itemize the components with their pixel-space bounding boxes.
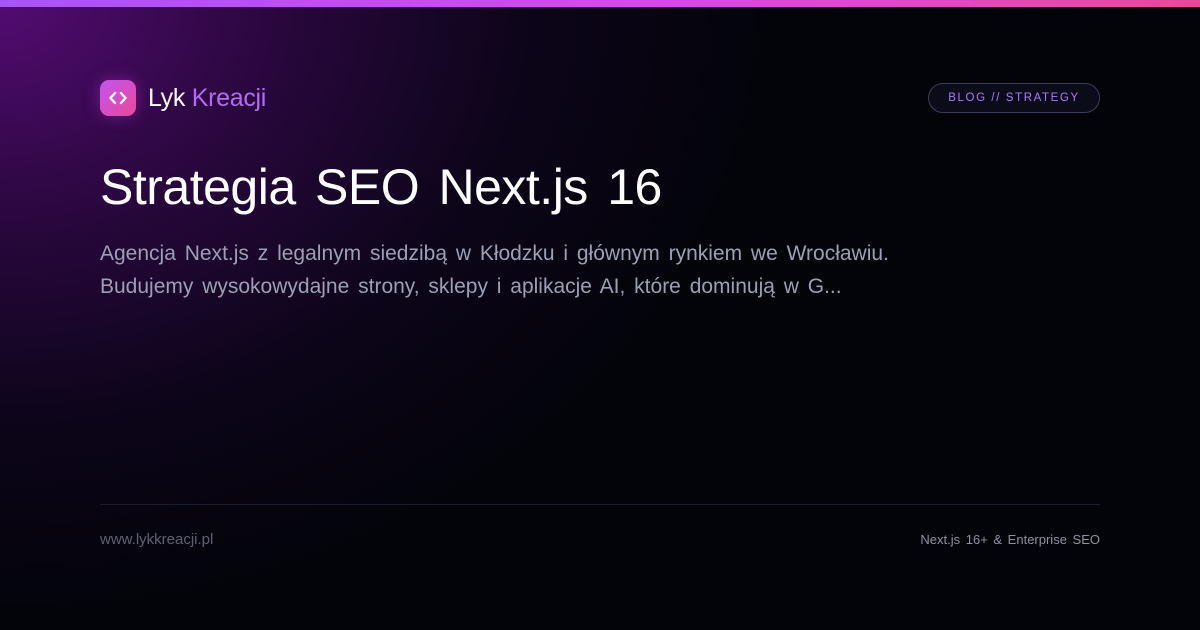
description-line-2: Budujemy wysokowydajne strony, sklepy i …	[100, 275, 842, 298]
top-gradient-bar	[0, 0, 1200, 7]
description-line-1: Agencja Next.js z legalnym siedzibą w Kł…	[100, 242, 889, 265]
footer-tagline: Next.js 16+ & Enterprise SEO	[920, 532, 1100, 547]
og-image-card: Lyk Kreacji BLOG // STRATEGY Strategia S…	[0, 0, 1200, 630]
code-brackets-icon	[100, 80, 136, 116]
page-title: Strategia SEO Next.js 16	[100, 159, 662, 215]
category-badge: BLOG // STRATEGY	[928, 83, 1100, 113]
footer-divider	[100, 504, 1100, 505]
brand-name-accent: Kreacji	[191, 83, 267, 112]
brand-name: Lyk Kreacji	[148, 84, 266, 113]
brand-name-primary: Lyk	[148, 83, 186, 112]
website-url[interactable]: www.lykkreacji.pl	[100, 531, 213, 548]
page-description: Agencja Next.js z legalnym siedzibą w Kł…	[100, 237, 980, 303]
brand-logo[interactable]: Lyk Kreacji	[100, 80, 266, 116]
